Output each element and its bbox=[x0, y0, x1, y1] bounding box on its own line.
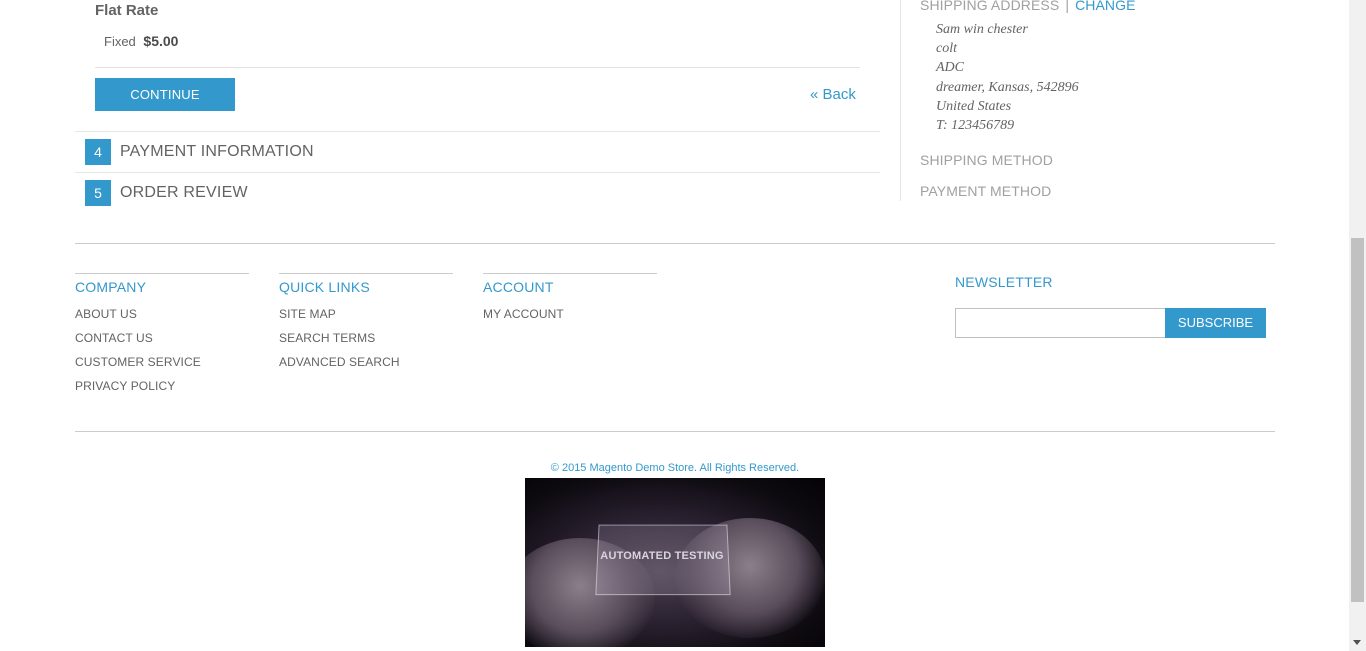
address-line: Sam win chester bbox=[936, 22, 1028, 37]
footer-link-list: MY ACCOUNT bbox=[483, 307, 657, 331]
footer-column-account: ACCOUNT MY ACCOUNT bbox=[483, 273, 657, 331]
footer-column-company: COMPANY ABOUT US CONTACT US CUSTOMER SER… bbox=[75, 273, 249, 403]
shipping-address: Sam win chester colt ADC dreamer, Kansas… bbox=[936, 20, 1079, 135]
footer-link-site-map[interactable]: SITE MAP bbox=[279, 307, 336, 321]
address-line: dreamer, Kansas, 542896 bbox=[936, 79, 1079, 95]
subscribe-button[interactable]: SUBSCRIBE bbox=[1165, 308, 1266, 338]
payment-method-heading: PAYMENT METHOD bbox=[920, 183, 1052, 199]
shipping-address-title: SHIPPING ADDRESS bbox=[920, 0, 1060, 13]
footer-link-advanced-search[interactable]: ADVANCED SEARCH bbox=[279, 355, 400, 369]
divider bbox=[75, 131, 880, 132]
divider bbox=[75, 273, 249, 274]
address-line: colt bbox=[936, 41, 957, 57]
footer-bottom-rule bbox=[75, 431, 1275, 432]
step-payment-information[interactable]: 4 PAYMENT INFORMATION bbox=[85, 139, 314, 165]
step-label: PAYMENT INFORMATION bbox=[120, 143, 314, 160]
step-number: 5 bbox=[85, 180, 111, 206]
step-number: 4 bbox=[85, 139, 111, 165]
newsletter-title: NEWSLETTER bbox=[955, 274, 1053, 290]
address-line: United States bbox=[936, 98, 1012, 114]
shipping-address-heading: SHIPPING ADDRESS | CHANGE bbox=[920, 0, 1136, 13]
newsletter-email-input[interactable] bbox=[955, 308, 1167, 338]
rate-type-label: Fixed bbox=[104, 34, 136, 49]
footer-link-customer-service[interactable]: CUSTOMER SERVICE bbox=[75, 355, 201, 369]
divider bbox=[95, 67, 860, 68]
divider bbox=[75, 172, 880, 173]
footer-top-rule bbox=[75, 243, 1275, 244]
footer-link-privacy-policy[interactable]: PRIVACY POLICY bbox=[75, 379, 175, 393]
step-order-review[interactable]: 5 ORDER REVIEW bbox=[85, 180, 248, 206]
promo-image-text: AUTOMATED TESTING bbox=[600, 550, 724, 562]
sidebar-border bbox=[900, 0, 901, 201]
vertical-scrollbar[interactable] bbox=[1349, 0, 1366, 651]
scroll-down-arrow-icon[interactable] bbox=[1353, 640, 1361, 645]
footer-link-list: SITE MAP SEARCH TERMS ADVANCED SEARCH bbox=[279, 307, 453, 379]
footer-link-about-us[interactable]: ABOUT US bbox=[75, 307, 137, 321]
automated-testing-promo-image: AUTOMATED TESTING bbox=[525, 478, 825, 647]
footer-column-title: COMPANY bbox=[75, 279, 147, 295]
scrollbar-thumb[interactable] bbox=[1351, 238, 1364, 602]
address-line: T: 123456789 bbox=[936, 118, 1015, 134]
change-address-link[interactable]: CHANGE bbox=[1075, 0, 1136, 13]
step-label: ORDER REVIEW bbox=[120, 184, 248, 201]
footer-column-quick-links: QUICK LINKS SITE MAP SEARCH TERMS ADVANC… bbox=[279, 273, 453, 379]
footer-link-contact-us[interactable]: CONTACT US bbox=[75, 331, 153, 345]
shipping-rate-option: Fixed $5.00 bbox=[104, 33, 178, 49]
footer-link-my-account[interactable]: MY ACCOUNT bbox=[483, 307, 564, 321]
footer-column-title: ACCOUNT bbox=[483, 279, 554, 295]
footer-link-search-terms[interactable]: SEARCH TERMS bbox=[279, 331, 375, 345]
footer-column-title: QUICK LINKS bbox=[279, 279, 370, 295]
divider bbox=[483, 273, 657, 274]
continue-button[interactable]: CONTINUE bbox=[95, 78, 235, 111]
footer-link-list: ABOUT US CONTACT US CUSTOMER SERVICE PRI… bbox=[75, 307, 249, 403]
heading-separator: | bbox=[1065, 0, 1070, 13]
back-link[interactable]: « Back bbox=[810, 86, 856, 103]
address-line: ADC bbox=[936, 60, 964, 76]
checkout-page: Flat Rate Fixed $5.00 CONTINUE « Back 4 … bbox=[0, 0, 1366, 651]
divider bbox=[279, 273, 453, 274]
rate-price: $5.00 bbox=[143, 33, 179, 49]
shipping-method-heading: SHIPPING METHOD bbox=[920, 152, 1053, 168]
flat-rate-title: Flat Rate bbox=[95, 2, 159, 19]
copyright-text: © 2015 Magento Demo Store. All Rights Re… bbox=[550, 462, 800, 474]
